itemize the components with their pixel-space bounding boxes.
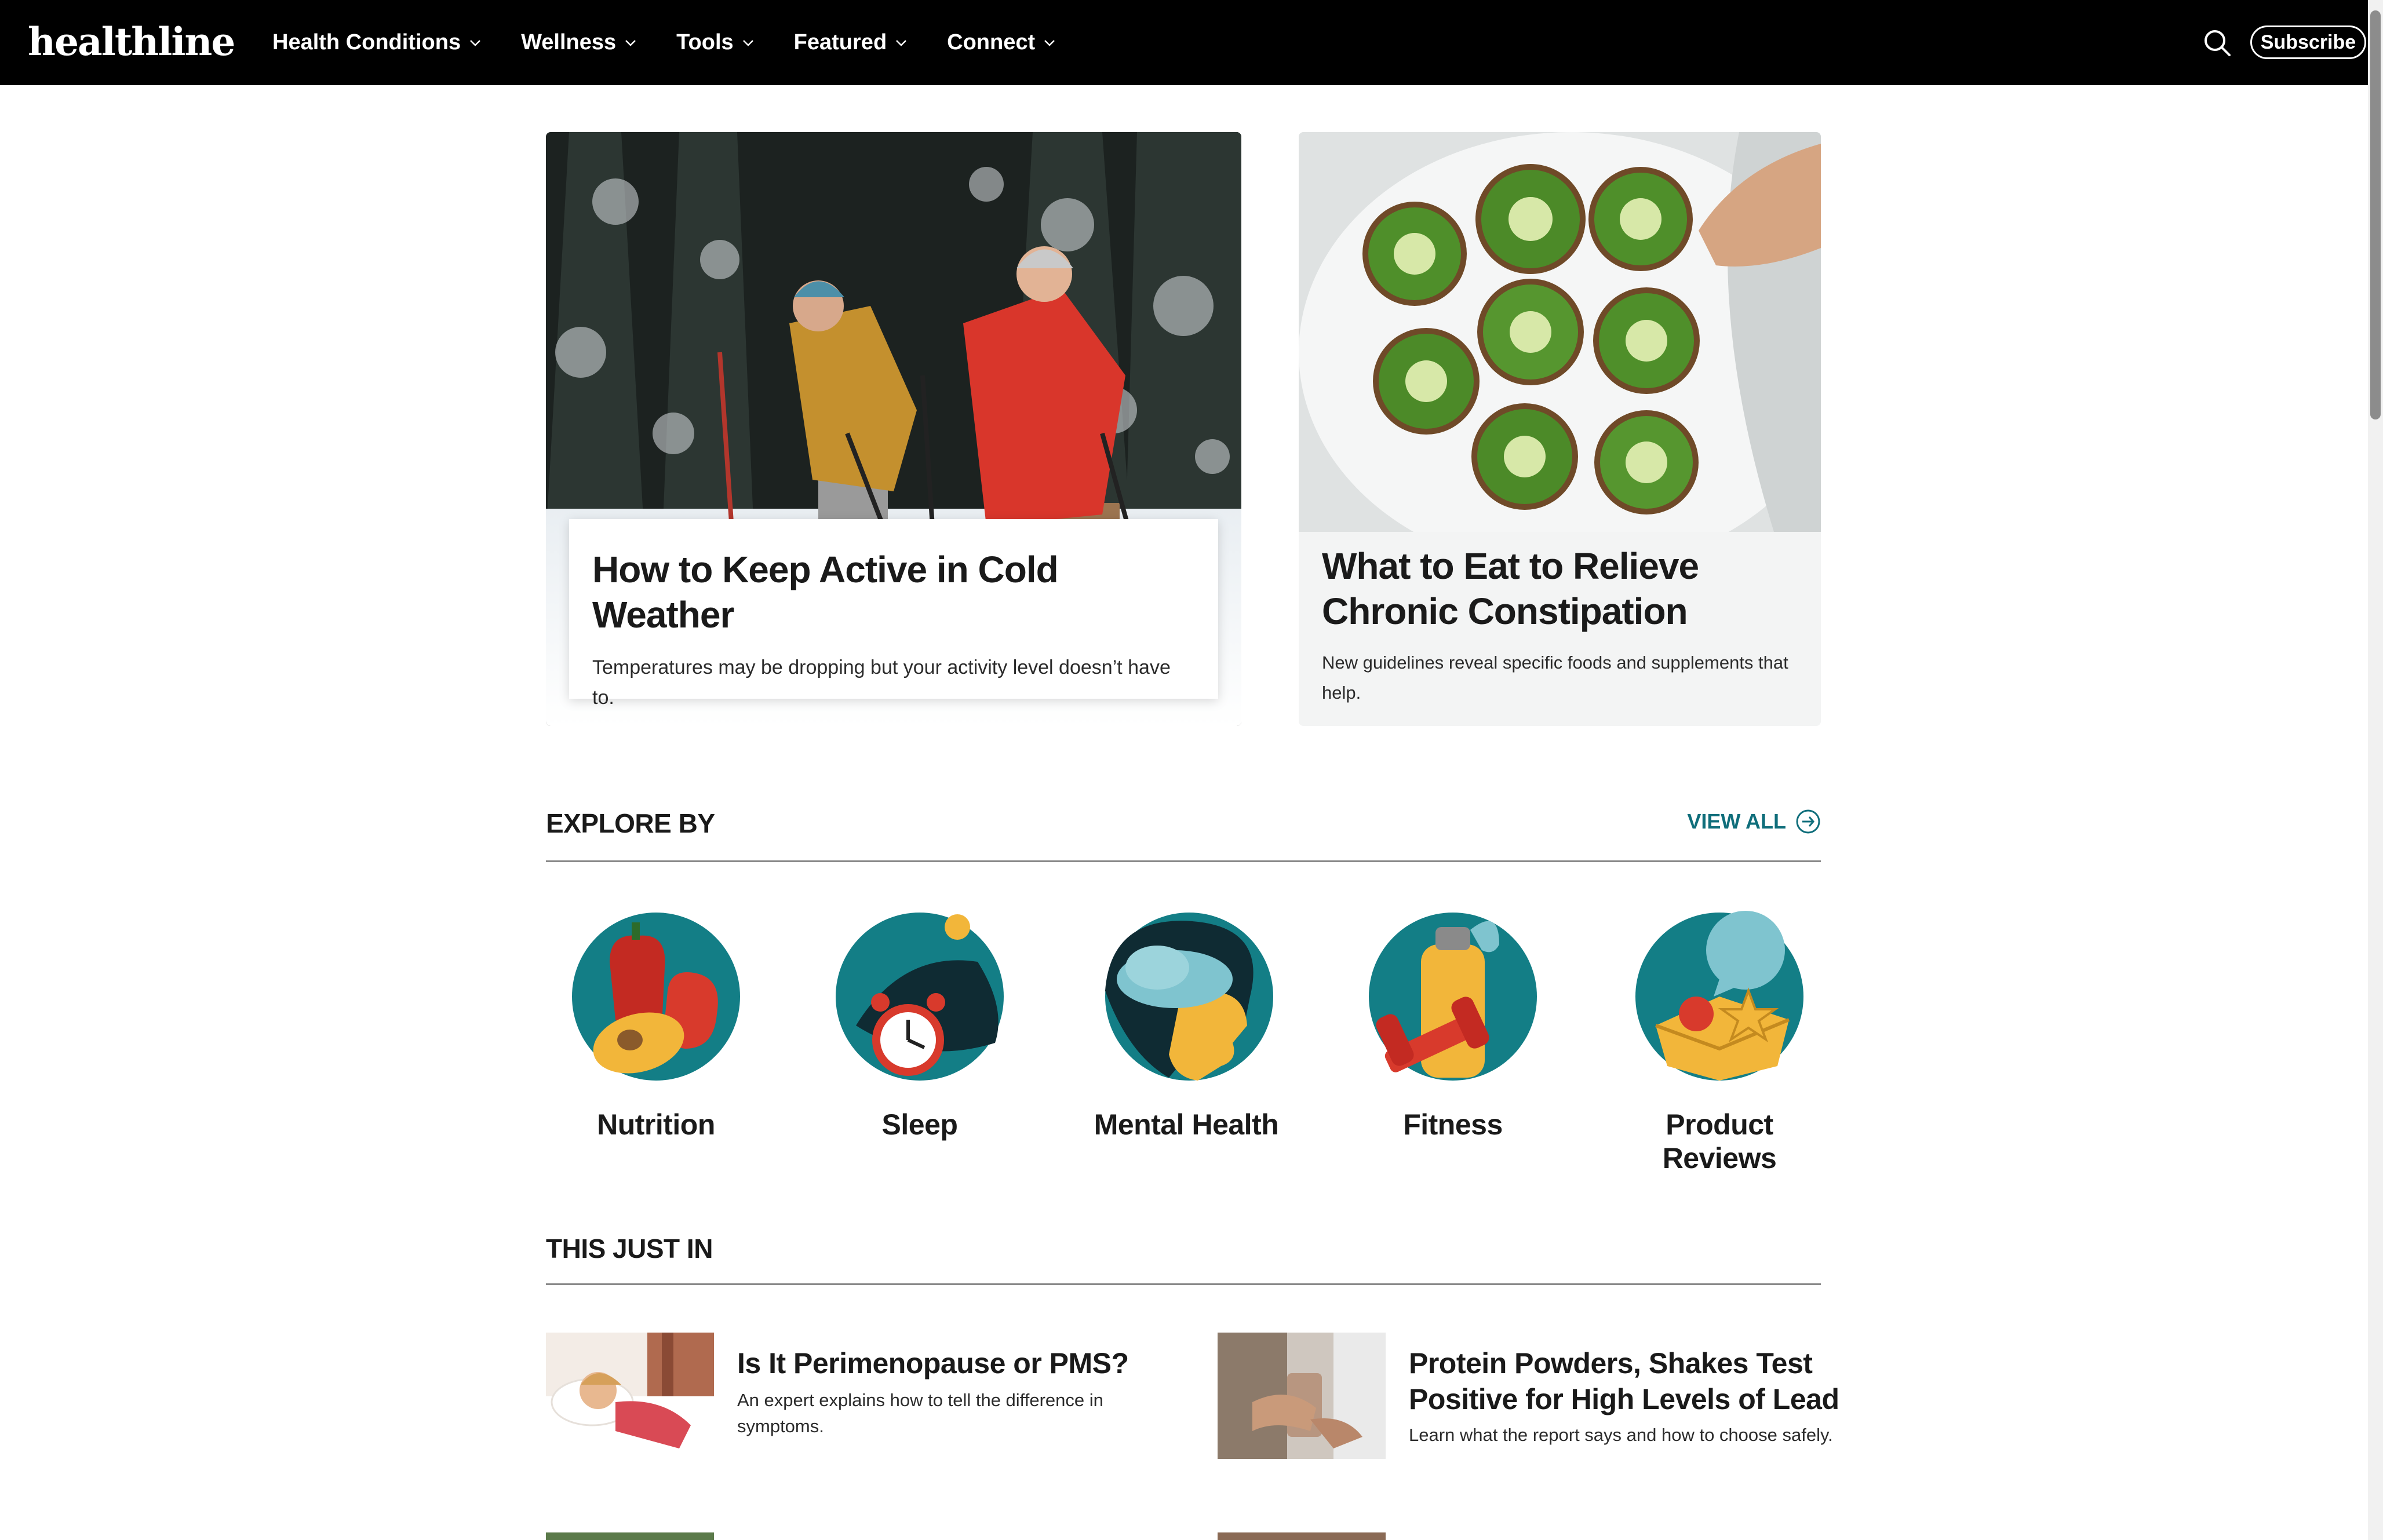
- section-title: EXPLORE BY: [546, 808, 715, 838]
- hero-title[interactable]: How to Keep Active in Cold Weather: [592, 547, 1195, 637]
- menu-wellness[interactable]: Wellness: [521, 30, 638, 55]
- hero-caption-box: How to Keep Active in Cold Weather Tempe…: [569, 519, 1218, 709]
- menu-label: Connect: [947, 30, 1036, 54]
- chevron-down-icon: [896, 39, 907, 46]
- fitness-icon: [1369, 913, 1537, 1081]
- menu-label: Wellness: [521, 30, 617, 54]
- nutrition-icon: [572, 913, 740, 1081]
- topic-product-reviews[interactable]: Product Reviews: [1609, 910, 1830, 1175]
- hero-caption-box: What to Eat to Relieve Chronic Constipat…: [1322, 543, 1803, 708]
- chevron-down-icon: [470, 39, 480, 46]
- article-title[interactable]: Is It Perimenopause or PMS?: [737, 1345, 1178, 1381]
- topic-label: Fitness: [1403, 1108, 1503, 1141]
- mental-health-icon: [1105, 913, 1273, 1081]
- topic-label: Nutrition: [597, 1108, 715, 1141]
- arrow-circle-right-icon: [1796, 809, 1820, 834]
- topic-sleep[interactable]: Sleep: [810, 910, 1030, 1141]
- hero-card-cold-weather[interactable]: How to Keep Active in Cold Weather Tempe…: [546, 132, 1241, 726]
- article-thumbnail-partial: [1218, 1532, 1386, 1540]
- topic-label: Product Reviews: [1662, 1108, 1777, 1174]
- chevron-down-icon: [742, 39, 753, 46]
- main-menu: Health Conditions Wellness Tools Feature…: [272, 0, 1057, 85]
- subscribe-button[interactable]: Subscribe: [2250, 25, 2366, 59]
- menu-featured[interactable]: Featured: [794, 30, 909, 55]
- product-reviews-icon: [1635, 911, 1803, 1081]
- hero-card-constipation[interactable]: What to Eat to Relieve Chronic Constipat…: [1299, 132, 1821, 726]
- article-description: An expert explains how to tell the diffe…: [737, 1390, 1103, 1436]
- article-title[interactable]: Protein Powders, Shakes Test Positive fo…: [1409, 1345, 1849, 1417]
- hero-title[interactable]: What to Eat to Relieve Chronic Constipat…: [1322, 543, 1803, 634]
- chevron-down-icon: [1044, 39, 1055, 46]
- article-thumbnail-partial: [546, 1532, 714, 1540]
- topic-label: Sleep: [881, 1108, 958, 1141]
- topic-label: Mental Health: [1094, 1108, 1279, 1141]
- article-thumbnail: [546, 1333, 714, 1459]
- article-description: Learn what the report says and how to ch…: [1409, 1425, 1833, 1445]
- scrollbar-thumb[interactable]: [2370, 10, 2381, 419]
- top-nav: healthline Health Conditions Wellness To…: [0, 0, 2383, 85]
- view-all-label: VIEW ALL: [1687, 809, 1786, 833]
- menu-label: Featured: [793, 30, 887, 54]
- menu-label: Health Conditions: [272, 30, 461, 54]
- topic-nutrition[interactable]: Nutrition: [546, 910, 766, 1141]
- article-card-protein-powders[interactable]: Protein Powders, Shakes Test Positive fo…: [1218, 1333, 1855, 1472]
- article-thumbnail: [1218, 1333, 1386, 1459]
- just-in-section-header: THIS JUST IN: [546, 1228, 1821, 1285]
- chevron-down-icon: [625, 39, 636, 46]
- section-title: THIS JUST IN: [546, 1234, 713, 1264]
- healthline-logo[interactable]: healthline: [28, 19, 235, 65]
- article-card-perimenopause[interactable]: Is It Perimenopause or PMS? An expert ex…: [546, 1333, 1183, 1472]
- menu-label: Tools: [676, 30, 734, 54]
- menu-health-conditions[interactable]: Health Conditions: [272, 30, 483, 55]
- view-all-link[interactable]: VIEW ALL: [1687, 809, 1821, 834]
- topic-mental-health[interactable]: Mental Health: [1076, 910, 1296, 1141]
- kiwi-bowl-photo: [1299, 132, 1821, 532]
- search-icon[interactable]: [2202, 28, 2232, 58]
- menu-tools[interactable]: Tools: [676, 30, 756, 55]
- menu-connect[interactable]: Connect: [947, 30, 1057, 55]
- hero-description: Temperatures may be dropping but your ac…: [592, 656, 1171, 709]
- sleep-icon: [836, 913, 1004, 1081]
- topic-fitness[interactable]: Fitness: [1343, 910, 1563, 1141]
- explore-topics: Nutrition Sleep Mental Health Fitness Pr…: [546, 910, 1821, 1174]
- explore-section-header: EXPLORE BY VIEW ALL: [546, 804, 1821, 862]
- hero-description: New guidelines reveal specific foods and…: [1322, 652, 1788, 703]
